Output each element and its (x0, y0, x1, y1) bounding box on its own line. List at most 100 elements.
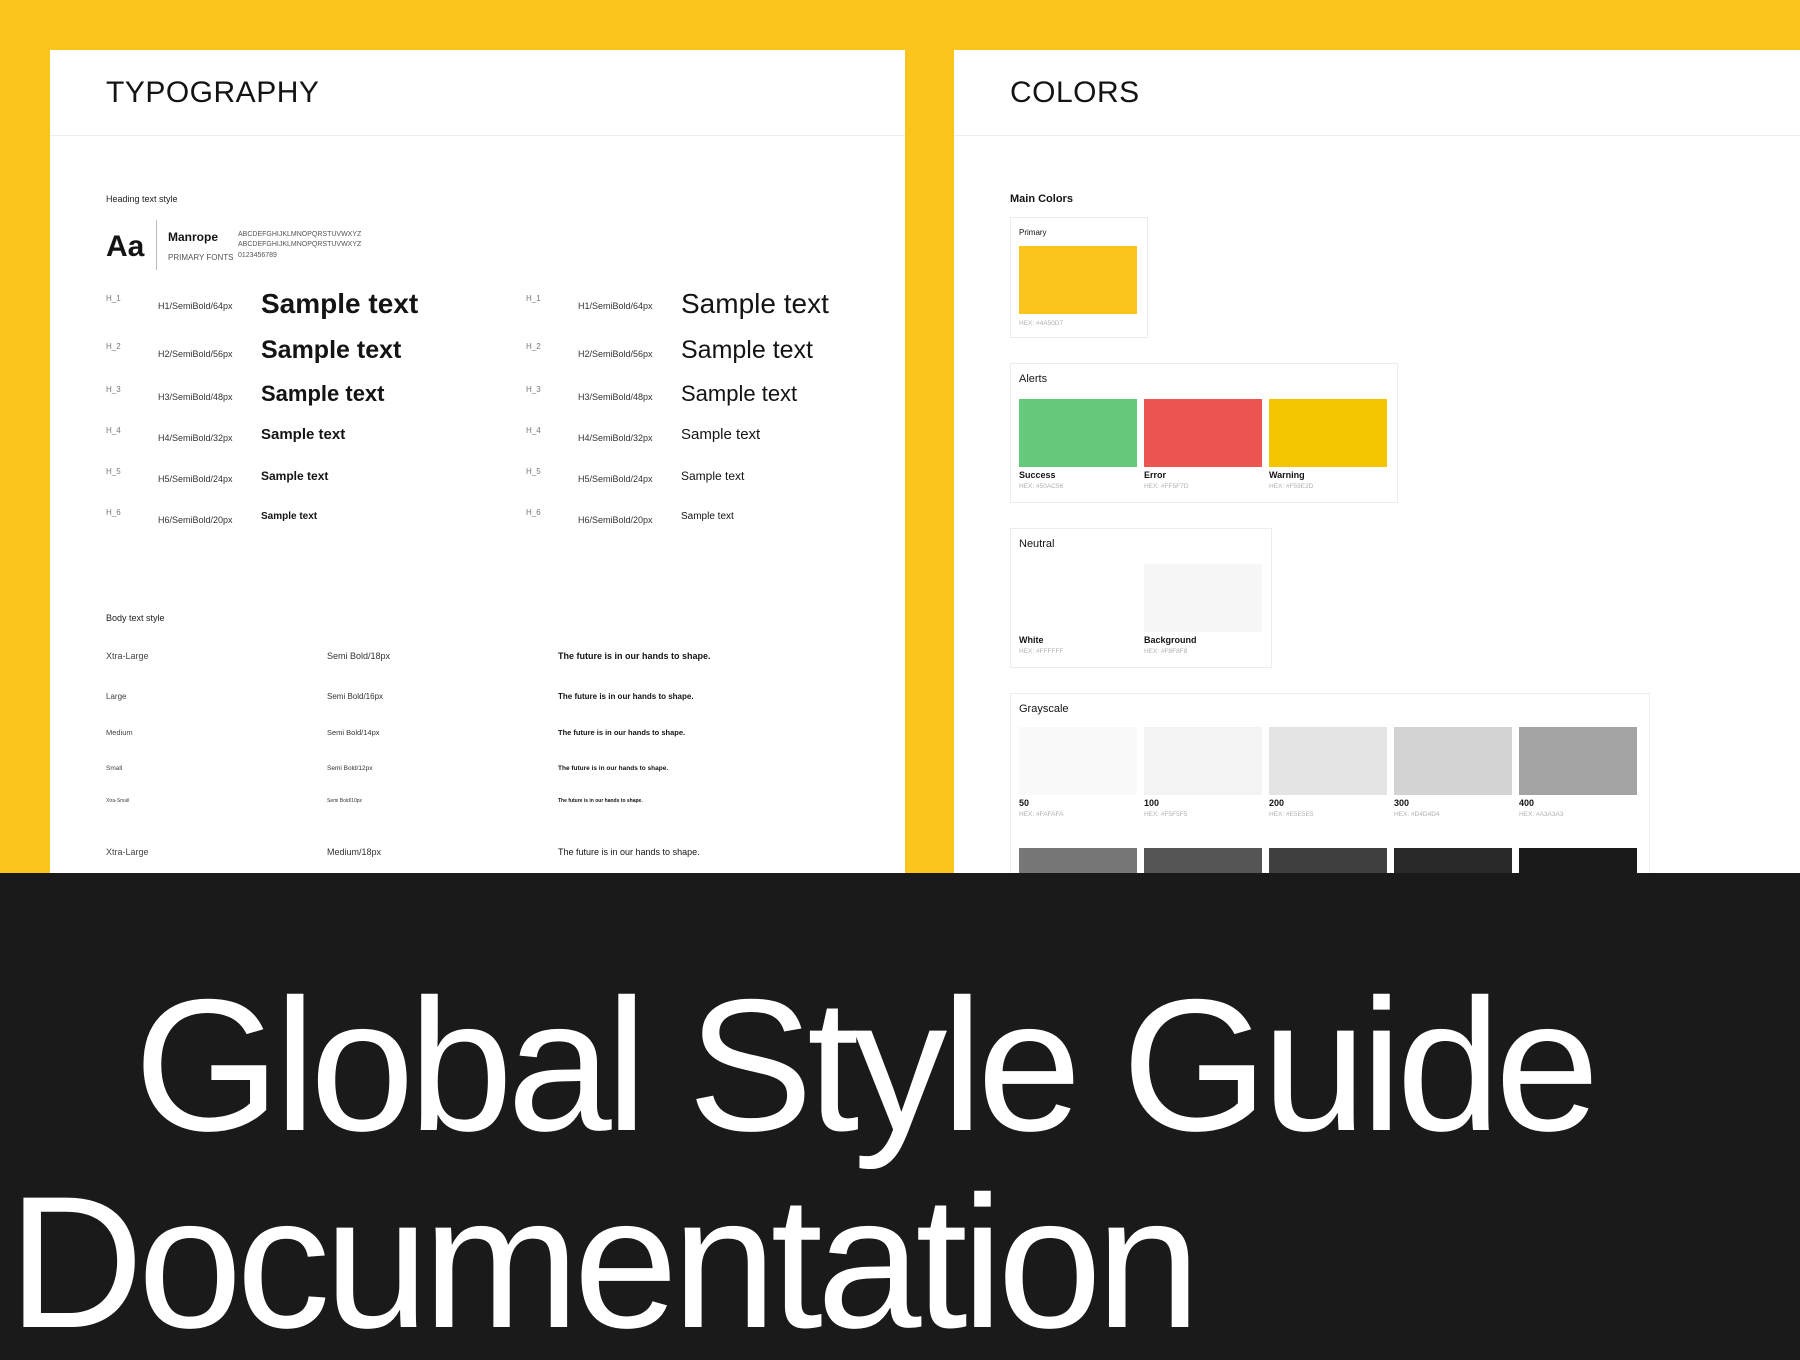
grayscale-swatch-hex: HEX: #D4D4D4 (1394, 811, 1440, 818)
heading-tag: H_6 (526, 508, 541, 517)
body-size-label: Xtra-Large (106, 847, 149, 857)
heading-tag: H_2 (526, 342, 541, 351)
alerts-swatch-name: Success (1019, 470, 1056, 480)
typography-title: TYPOGRAPHY (50, 50, 905, 136)
heading-tag: H_4 (106, 426, 121, 435)
grayscale-title: Grayscale (1019, 703, 1069, 715)
heading-spec: H4/SemiBold/32px (578, 433, 653, 443)
grayscale-swatch-hex: HEX: #F5F5F5 (1144, 811, 1188, 818)
font-lowercase: ABCDEFGHIJKLMNOPQRSTUVWXYZ (238, 241, 362, 248)
heading-sample: Sample text (261, 288, 419, 319)
heading-tag: H_5 (106, 467, 121, 476)
body-size-label: Xtra-Small (106, 798, 130, 804)
grayscale-card: Grayscale 50 HEX: #FAFAFA 100 HEX: #F5F5F5 2… (1010, 693, 1650, 873)
alerts-swatch-hex: HEX: #F59E2D (1269, 483, 1314, 490)
heading-sample: Sample text (261, 511, 318, 522)
heading-spec: H2/SemiBold/56px (578, 349, 653, 359)
body-spec: Semi Bold/18px (327, 651, 391, 661)
body-size-label: Small (106, 765, 123, 772)
body-sample: The future is in our hands to shape. (558, 651, 711, 661)
heading-spec: H1/SemiBold/64px (578, 301, 653, 311)
heading-sample: Sample text (681, 511, 734, 522)
heading-tag: H_4 (526, 426, 541, 435)
alerts-swatch-hex: HEX: #50AC56 (1019, 483, 1064, 490)
alerts-swatch (1019, 399, 1137, 467)
alerts-swatch-name: Warning (1269, 470, 1305, 480)
heading-spec: H3/SemiBold/48px (158, 392, 233, 402)
body-spec: Semi Bold/16px (327, 692, 384, 701)
heading-sample: Sample text (681, 288, 829, 319)
grayscale-swatch (1269, 727, 1387, 795)
neutral-swatch-hex: HEX: #FFFFFF (1019, 648, 1064, 655)
heading-spec: H3/SemiBold/48px (578, 392, 653, 402)
heading-spec: H6/SemiBold/20px (578, 515, 653, 525)
grayscale-dark-swatch (1394, 848, 1512, 873)
grayscale-swatch-name: 100 (1144, 798, 1160, 808)
grayscale-swatch (1144, 727, 1262, 795)
body-spec: Medium/18px (327, 847, 382, 857)
font-uppercase: ABCDEFGHIJKLMNOPQRSTUVWXYZ (238, 231, 362, 238)
heading-tag: H_1 (526, 294, 541, 303)
body-spec: Semi Bold/10px (327, 798, 363, 804)
typography-panel: TYPOGRAPHY Heading text style Aa Manrope… (50, 50, 905, 873)
grayscale-dark-swatch (1269, 848, 1387, 873)
alerts-swatch (1269, 399, 1387, 467)
grayscale-dark-swatch (1019, 848, 1137, 873)
primary-color-card: Primary HEX: #4A50D7 (1010, 217, 1148, 338)
heading-sample: Sample text (261, 336, 402, 364)
neutral-swatch-name: White (1019, 635, 1044, 645)
grayscale-swatch-name: 200 (1269, 798, 1285, 808)
body-sample: The future is in our hands to shape. (558, 728, 686, 737)
grayscale-dark-swatch (1519, 848, 1637, 873)
heading-tag: H_6 (106, 508, 121, 517)
banner-title-line-1: Global Style Guide (134, 960, 1600, 1170)
heading-spec: H5/SemiBold/24px (578, 474, 653, 484)
heading-tag: H_3 (526, 385, 541, 394)
main-colors-label: Main Colors (1010, 193, 1073, 205)
heading-sample: Sample text (681, 336, 814, 364)
heading-sample: Sample text (681, 469, 745, 483)
grayscale-swatch-name: 300 (1394, 798, 1410, 808)
body-sample: The future is in our hands to shape. (558, 692, 694, 701)
body-section-label: Body text style (106, 613, 165, 623)
grayscale-swatch-hex: HEX: #E5E5E5 (1269, 811, 1314, 818)
body-spec: Semi Bold/12px (327, 765, 373, 772)
body-size-label: Large (106, 692, 127, 701)
grayscale-swatch-name: 50 (1019, 798, 1030, 808)
heading-sample: Sample text (261, 426, 346, 443)
body-sample: The future is in our hands to shape. (558, 798, 643, 804)
grayscale-swatch (1394, 727, 1512, 795)
neutral-swatch (1019, 564, 1137, 632)
neutral-swatch (1144, 564, 1262, 632)
body-sample: The future is in our hands to shape. (558, 765, 669, 772)
body-spec: Semi Bold/14px (327, 728, 380, 737)
grayscale-swatch (1019, 727, 1137, 795)
primary-hex: HEX: #4A50D7 (1019, 320, 1064, 327)
alerts-swatch (1144, 399, 1262, 467)
banner-title-line-2: Documentation (8, 1157, 1201, 1360)
heading-spec: H1/SemiBold/64px (158, 301, 233, 311)
grayscale-dark-swatch (1144, 848, 1262, 873)
heading-spec: H6/SemiBold/20px (158, 515, 233, 525)
grayscale-swatch-hex: HEX: #A3A3A3 (1519, 811, 1564, 818)
body-sample: The future is in our hands to shape. (558, 847, 700, 857)
font-name: Manrope (168, 230, 219, 244)
grayscale-swatch-name: 400 (1519, 798, 1535, 808)
alerts-swatch-hex: HEX: #FF5F7D (1144, 483, 1189, 490)
heading-spec: H4/SemiBold/32px (158, 433, 233, 443)
font-divider (156, 220, 157, 270)
font-role: PRIMARY FONTS (168, 253, 234, 262)
heading-tag: H_3 (106, 385, 121, 394)
heading-sample: Sample text (681, 426, 761, 443)
heading-spec: H2/SemiBold/56px (158, 349, 233, 359)
neutral-card: Neutral White HEX: #FFFFFF Background HEX: … (1010, 528, 1272, 668)
heading-tag: H_1 (106, 294, 121, 303)
heading-tag: H_2 (106, 342, 121, 351)
alerts-card: Alerts Success HEX: #50AC56 Error HEX: #FF5… (1010, 363, 1398, 503)
heading-section-label: Heading text style (106, 194, 178, 204)
heading-sample: Sample text (261, 381, 385, 406)
font-preview: Aa (106, 230, 145, 263)
body-size-label: Medium (106, 728, 133, 737)
primary-name: Primary (1019, 228, 1047, 237)
colors-panel: COLORS Main Colors Primary HEX: #4A50D7 … (954, 50, 1800, 873)
